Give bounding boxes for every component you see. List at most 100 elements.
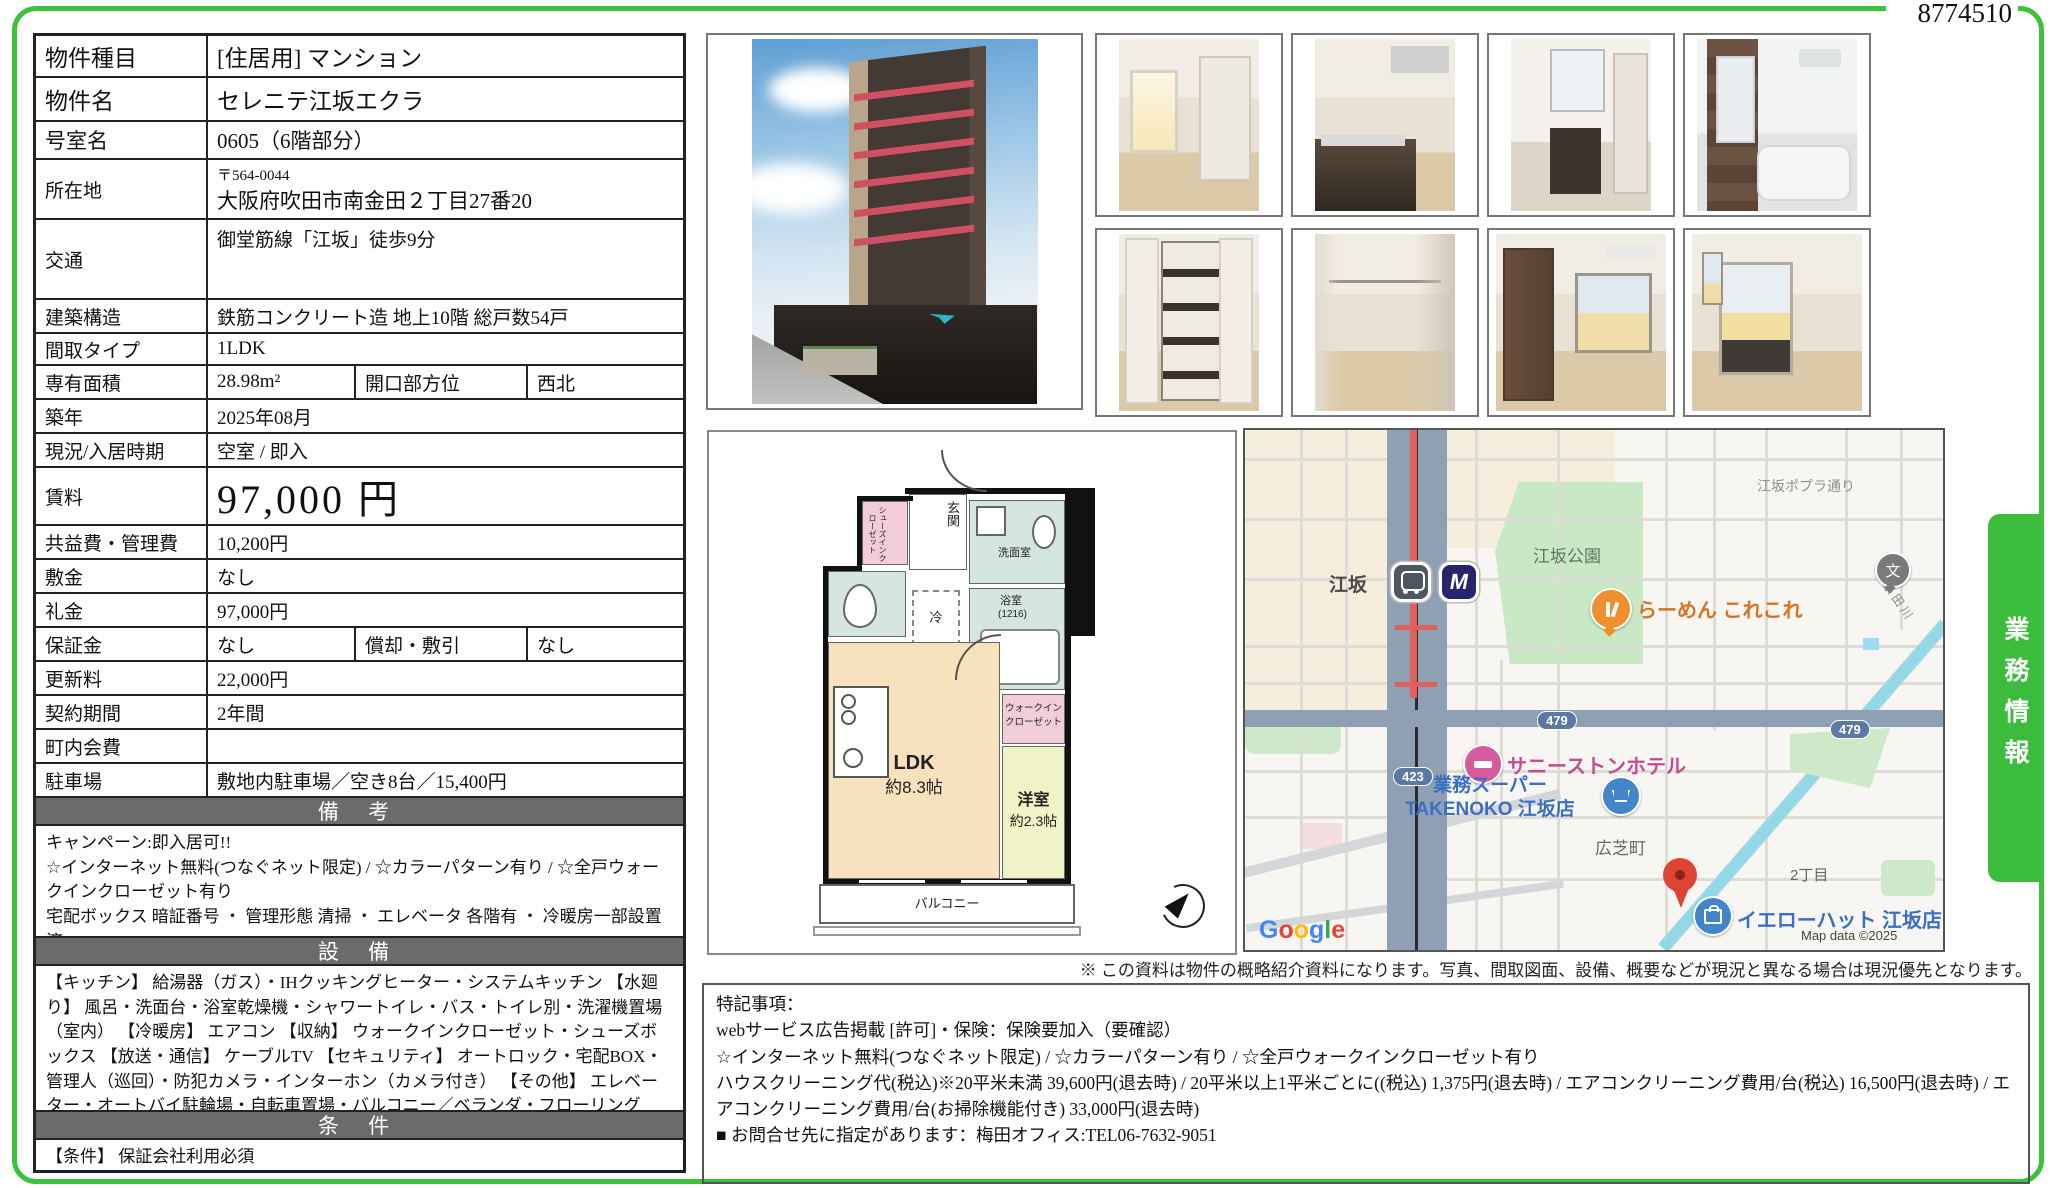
station-label: 江坂 [1329, 570, 1367, 597]
interior-door-arc [955, 634, 1001, 680]
google-logo-letter: o [1294, 916, 1309, 944]
train-wheel-shape [1414, 589, 1419, 594]
row-label: 更新料 [36, 662, 208, 694]
photo-bathroom-image [1697, 39, 1857, 211]
planter [803, 346, 877, 375]
route-badge-479: 479 [1537, 711, 1577, 730]
walkin-label-1: ウォークイン [1003, 703, 1064, 715]
table-row-structure: 建築構造鉄筋コンクリート造 地上10階 総戸数54戸 [36, 300, 683, 334]
row-label: 契約期間 [36, 696, 208, 728]
photo-bedroom [1487, 228, 1675, 417]
map-street [1765, 430, 1768, 952]
special-notes-box: 特記事項： webサービス広告掲載 [許可]・保険：保険要加入（要確認） ☆イン… [702, 983, 2030, 1184]
table-row-area: 専有面積28.98m²開口部方位西北 [36, 366, 683, 400]
wall [1065, 632, 1071, 884]
window-gap [961, 880, 1027, 883]
aircon-shape [1605, 245, 1656, 259]
vanity-cabinet-shape [1550, 128, 1600, 193]
photo-vanity-image [1511, 39, 1651, 211]
map-rail-tick [1395, 682, 1437, 687]
row-label: 共益費・管理費 [36, 526, 208, 558]
wall [823, 566, 862, 571]
row-value-2: なし [528, 628, 683, 660]
balcony-step [813, 926, 1081, 936]
bath-mirror-shape [1716, 56, 1755, 143]
row-value [208, 730, 683, 762]
building-balcony-stripes [854, 57, 974, 254]
address-text: 大阪府吹田市南金田２丁目27番20 [217, 185, 532, 215]
window-shape [1575, 273, 1652, 353]
row-value: 敷地内駐車場／空き8台／15,400円 [208, 764, 683, 796]
photo-kitchen-image [1315, 39, 1455, 211]
photo-building-exterior-image [752, 39, 1038, 404]
destination-pin-icon [1663, 858, 1697, 892]
row-label: 敷金 [36, 560, 208, 592]
property-flyer-page: 8774510 物件種目[住居用] マンション物件名セレニテ江坂エクラ号室名06… [0, 0, 2056, 1188]
sink-shape [1032, 515, 1056, 549]
dark-door-shape [1503, 248, 1555, 401]
street-name-label: 江坂ポプラ通り [1757, 476, 1855, 496]
row-value: 10,200円 [208, 526, 683, 558]
row-label: 町内会費 [36, 730, 208, 762]
entrance-hall: 玄関 [909, 494, 967, 570]
photo-room [1095, 33, 1283, 217]
table-row-equipment-header: 設 備 [36, 938, 683, 966]
disclaimer-note: ※ この資料は物件の概略紹介資料になります。写真、間取図面、設備、概要などが現況… [1000, 956, 2032, 981]
business-info-tab-label: 業務情報 [1997, 616, 2033, 780]
row-label: 所在地 [36, 160, 208, 218]
small-window-shape [1702, 252, 1723, 306]
row-value-1: 28.98m² [208, 366, 356, 398]
row-value: 空室 / 即入 [208, 434, 683, 466]
yellowhat-poi-icon [1693, 896, 1733, 936]
row-label-2: 開口部方位 [356, 366, 528, 398]
equipment-text: 【キッチン】 給湯器（ガス）・IHクッキングヒーター・システムキッチン 【水廻り… [36, 966, 683, 1110]
row-label: 礼金 [36, 594, 208, 626]
table-row-parking: 駐車場敷地内駐車場／空き8台／15,400円 [36, 764, 683, 798]
shoes-closet-label: シューズインクローゼット [867, 504, 887, 564]
washroom: 洗面室 [969, 500, 1065, 584]
toilet-room [828, 571, 906, 637]
photo-shoe-closet-image [1119, 234, 1259, 411]
table-row-guarantee: 保証金なし償却・敷引なし [36, 628, 683, 662]
business-info-tab: 業務情報 [1988, 514, 2042, 882]
map-street [1245, 458, 1945, 461]
balcony: バルコニー [819, 884, 1075, 924]
western-room: 洋室 約2.3帖 [1002, 746, 1065, 879]
metro-m-glyph: M [1448, 569, 1471, 595]
kitchen-counter-shape [1315, 139, 1416, 211]
map-landuse-block [1245, 430, 1393, 718]
table-row-status-movein: 現況/入居時期空室 / 即入 [36, 434, 683, 468]
counter-top-shape [1321, 135, 1405, 145]
table-row-renewal-fee: 更新料22,000円 [36, 662, 683, 696]
row-value: 97,000 円 [208, 468, 683, 524]
photo-walkin-closet-image [1315, 234, 1455, 411]
open-door-shape [1125, 238, 1160, 405]
photo-vanity [1487, 33, 1675, 217]
cloud-shape [752, 163, 849, 214]
balcony-window-shape [1719, 262, 1793, 374]
burner-shape [841, 694, 856, 709]
row-label: 建築構造 [36, 300, 208, 332]
wall [823, 566, 828, 884]
supermarket-label-2: TAKENOKO 江坂店 [1373, 794, 1607, 821]
fridge-label: 冷 [929, 610, 942, 626]
western-size-label: 約2.3帖 [1003, 813, 1064, 831]
mirror-shape [1550, 49, 1604, 111]
photo-kitchen [1291, 33, 1479, 217]
balcony-label: バルコニー [915, 896, 980, 912]
row-label-2: 償却・敷引 [356, 628, 528, 660]
osaka-metro-icon: M [1439, 562, 1479, 602]
table-row-equipment-text: 【キッチン】 給湯器（ガス）・IHクッキングヒーター・システムキッチン 【水廻り… [36, 966, 683, 1112]
shelf-stack-shape [1161, 241, 1221, 401]
row-label: 現況/入居時期 [36, 434, 208, 466]
table-row-deposit: 敷金なし [36, 560, 683, 594]
table-row-property-name: 物件名セレニテ江坂エクラ [36, 78, 683, 122]
photo-walkin-closet [1291, 228, 1479, 417]
row-value: 鉄筋コンクリート造 地上10階 総戸数54戸 [208, 300, 683, 332]
walkin-label-2: クローゼット [1003, 717, 1064, 729]
row-value: 1LDK [208, 334, 683, 364]
map-street [1557, 430, 1560, 952]
washroom-label: 洗面室 [998, 547, 1031, 561]
sink-round-shape [843, 748, 863, 768]
map-rail-tick [1395, 625, 1437, 630]
